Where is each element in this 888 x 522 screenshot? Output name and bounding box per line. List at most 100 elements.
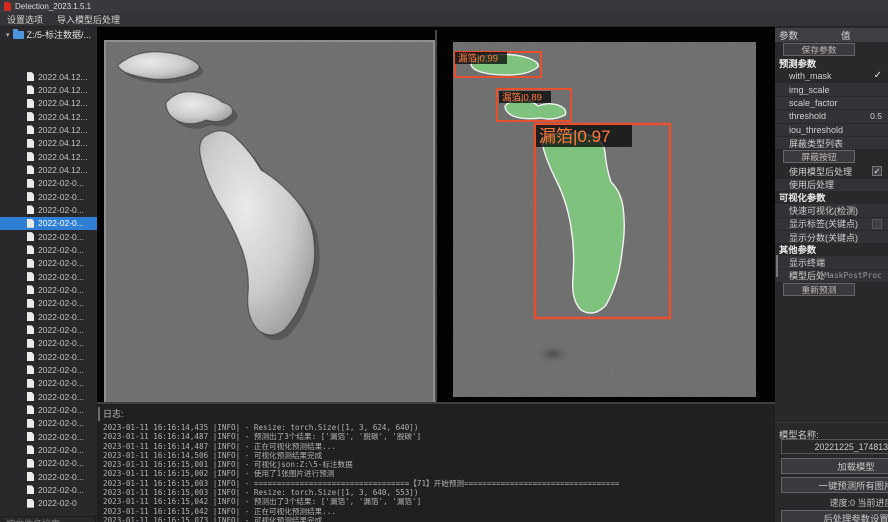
log-scrollbar[interactable] [98,407,100,421]
params-header-name: 参数 [775,28,841,42]
mask-button[interactable]: 屏蔽按钮 [783,150,855,163]
tree-item[interactable]: 2022-02-0... [0,483,97,496]
param-use-model-postprocess[interactable]: 使用模型后处理✓ [775,164,888,177]
checkbox-checked[interactable]: ✓ [872,166,882,176]
tree-item[interactable]: 2022-02-0... [0,310,97,323]
tree-item-label: 2022-02-0... [38,352,84,362]
tree-item[interactable]: 2022-02-0... [0,177,97,190]
tree-item-label: 2022-02-0... [38,445,84,455]
section-other-params: 其他参数 [775,243,888,255]
checkbox-unchecked[interactable] [872,219,882,229]
tree-item[interactable]: 2022-02-0... [0,390,97,403]
param-with-mask[interactable]: with_mask✓ [775,69,888,82]
chevron-down-icon[interactable]: ▾ [6,31,10,39]
detection-label: 漏箔|0.97 [539,127,611,146]
tree-item[interactable]: 2022-02-0 [0,497,97,510]
tree-item-label: 2022-02-0... [38,192,84,202]
tree-item[interactable]: 2022-02-0... [0,430,97,443]
tree-item[interactable]: 2022-02-0... [0,470,97,483]
param-model-postprocessor[interactable]: 模型后处理器MaskPostProc [775,269,888,282]
original-image[interactable] [104,40,435,409]
param-label: threshold [789,111,870,121]
param-show-labels[interactable]: 显示标签(关键点) [775,217,888,230]
tree-item[interactable]: 2022-02-0... [0,190,97,203]
tree-item[interactable]: 2022-02-0... [0,403,97,416]
file-icon [27,299,34,308]
file-icon [27,99,34,108]
tree-item[interactable]: 2022-02-0... [0,297,97,310]
tree-item[interactable]: 2022.04.12... [0,137,97,150]
save-params-button[interactable]: 保存参数 [783,43,855,56]
tree-item[interactable]: 2022-02-0... [0,377,97,390]
file-icon [27,485,34,494]
param-img-scale[interactable]: img_scale [775,82,888,95]
tree-item[interactable]: 2022-02-0... [0,230,97,243]
param-mask-type-list[interactable]: 屏蔽类型列表 [775,136,888,149]
tree-item-label: 2022-02-0... [38,432,84,442]
file-icon [27,205,34,214]
tree-item-label: 2022-02-0 [38,498,77,508]
log-line: 2023-01-11 16:16:14,435 |INFO| - Resize:… [103,423,775,432]
param-fast-visualization[interactable]: 快速可视化(检测) [775,203,888,216]
tree-item-label: 2022-02-0... [38,272,84,282]
log-panel: 日志: 2023-01-11 16:16:14,435 |INFO| - Res… [97,404,775,522]
file-icon [27,72,34,81]
tree-item[interactable]: 2022-02-0... [0,270,97,283]
param-label: 显示终端 [789,256,882,269]
menu-import-postprocess[interactable]: 导入模型后处理 [57,13,120,26]
tree-item[interactable]: 2022-02-0... [0,337,97,350]
tree-item[interactable]: 2022.04.12... [0,150,97,163]
tree-item[interactable]: 2022-02-0... [0,443,97,456]
param-show-scores[interactable]: 显示分数(关键点) [775,230,888,243]
re-predict-button[interactable]: 重新预测 [783,283,855,296]
tree-item[interactable]: 2022-02-0... [0,217,97,230]
menu-settings[interactable]: 设置选项 [7,13,43,26]
tree-item-label: 2022-02-0... [38,218,84,228]
tree-item[interactable]: 2022.04.12... [0,97,97,110]
image-divider[interactable] [435,30,437,402]
file-icon [27,125,34,134]
postprocess-settings-button[interactable]: 后处理参数设置 [781,510,888,522]
tree-item-label: 2022.04.12... [38,125,88,135]
tree-item[interactable]: 2022.04.12... [0,83,97,96]
param-scale-factor[interactable]: scale_factor [775,96,888,109]
tree-item[interactable]: 2022-02-0... [0,363,97,376]
tree-item[interactable]: 2022-02-0... [0,457,97,470]
tree-item[interactable]: 2022-02-0... [0,203,97,216]
params-scrollbar[interactable] [776,255,778,277]
tree-item-label: 2022.04.12... [38,112,88,122]
check-icon: ✓ [874,70,882,81]
app-icon [4,2,11,11]
tree-item[interactable]: 2022-02-0... [0,243,97,256]
tree-item[interactable]: 2022-02-0... [0,283,97,296]
file-icon [27,365,34,374]
tree-item[interactable]: 2022-02-0... [0,257,97,270]
tree-item-label: 2022-02-0... [38,285,84,295]
params-panel: 参数 值 保存参数预测参数with_mask✓img_scalescale_fa… [775,27,888,522]
prediction-image[interactable]: 漏箔|0.99 漏箔|0.89 漏箔|0.97 [453,42,756,397]
model-name-field[interactable]: 20221225_174813 [781,439,888,454]
tree-item[interactable]: 2022-02-0... [0,323,97,336]
load-model-button[interactable]: 加载模型 [781,458,888,474]
tree-item[interactable]: 2022-02-0... [0,417,97,430]
search-input[interactable] [1,516,96,522]
param-iou-threshold[interactable]: iou_threshold [775,123,888,136]
param-threshold[interactable]: threshold0.5 [775,109,888,122]
tree-item-label: 2022.04.12... [38,72,88,82]
tree-item[interactable]: 2022-02-0... [0,350,97,363]
tree-item-label: 2022.04.12... [38,138,88,148]
tree-root[interactable]: ▾ Z:/5-标注数据/... [0,27,97,42]
params-header-value: 值 [841,28,851,42]
tree-item[interactable]: 2022.04.12... [0,110,97,123]
tree-item-label: 2022-02-0... [38,298,84,308]
tree-item[interactable]: 2022.04.12... [0,123,97,136]
tree-item[interactable]: 2022.04.12... [0,70,97,83]
file-icon [27,152,34,161]
tree-item[interactable]: 2022.04.12... [0,163,97,176]
param-show-terminal[interactable]: 显示终端 [775,255,888,268]
folder-icon [13,31,24,39]
param-use-postprocess[interactable]: 使用后处理 [775,178,888,191]
predict-all-button[interactable]: 一键预测所有图片 [781,477,888,493]
log-line: 2023-01-11 16:16:15,073 |INFO| - 可视化预测结果… [103,516,775,522]
file-icon [27,272,34,281]
